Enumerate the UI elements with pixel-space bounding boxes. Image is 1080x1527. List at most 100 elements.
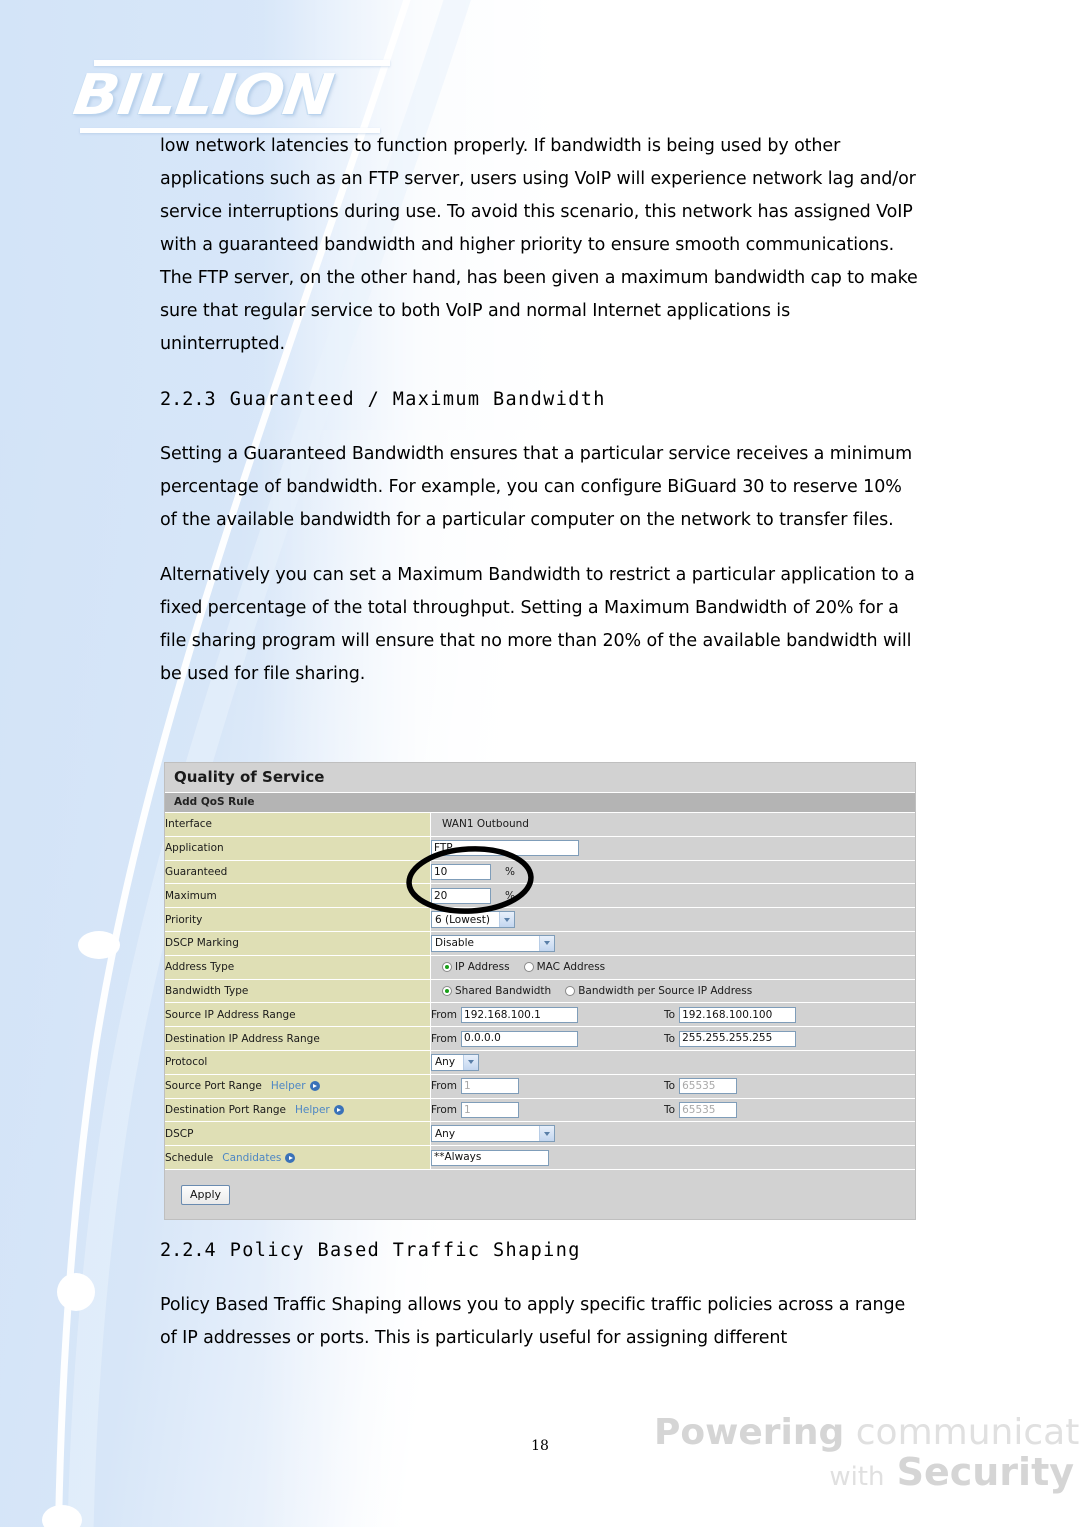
source-port-from-input[interactable]: 1 xyxy=(461,1078,520,1095)
value-address-type: IP Address MAC Address xyxy=(430,955,915,980)
application-input[interactable]: FTP xyxy=(431,840,579,857)
play-arrow-icon xyxy=(333,1104,344,1115)
manual-page: BILLION low network latencies to functio… xyxy=(0,0,1080,1527)
row-interface: Interface WAN1 Outbound xyxy=(165,813,915,837)
schedule-input[interactable]: **Always xyxy=(431,1149,549,1166)
row-address-type: Address Type IP Address MAC Address xyxy=(165,955,915,980)
powering-communications-watermark: Powering communications with Security xyxy=(654,1415,1080,1492)
destination-port-helper-link[interactable]: Helper xyxy=(295,1104,344,1116)
radio-mac-address-label: MAC Address xyxy=(536,961,606,974)
paragraph-maximum: Alternatively you can set a Maximum Band… xyxy=(160,565,915,684)
row-guaranteed: Guaranteed 10 % xyxy=(165,860,915,885)
radio-shared-bandwidth-dot xyxy=(442,985,452,996)
schedule-text: Schedule xyxy=(165,1151,214,1164)
dest-ip-to-input[interactable]: 255.255.255.255 xyxy=(679,1030,797,1047)
row-dscp: DSCP Any xyxy=(165,1121,915,1147)
radio-shared-bandwidth[interactable]: Shared Bandwidth xyxy=(442,985,551,997)
label-source-ip-range: Source IP Address Range xyxy=(165,1002,431,1028)
source-ip-to-label: To xyxy=(664,1008,676,1021)
source-port-helper-link[interactable]: Helper xyxy=(271,1080,320,1092)
heading-2-2-4: 2.2.4 Policy Based Traffic Shaping xyxy=(160,1240,920,1261)
source-port-helper-label: Helper xyxy=(270,1080,306,1093)
dest-ip-to-label: To xyxy=(664,1032,676,1045)
maximum-input[interactable]: 20 xyxy=(431,887,491,904)
radio-shared-bandwidth-label: Shared Bandwidth xyxy=(455,984,552,997)
radio-ip-address-dot xyxy=(442,962,452,973)
value-dscp: Any xyxy=(430,1121,915,1147)
label-priority: Priority xyxy=(165,907,431,932)
page-content: low network latencies to function proper… xyxy=(160,130,920,713)
heading-2-2-3-number: 2.2.3 xyxy=(160,389,216,410)
dest-port-to-label: To xyxy=(664,1103,676,1116)
protocol-select[interactable]: Any xyxy=(431,1053,479,1071)
heading-2-2-4-number: 2.2.4 xyxy=(160,1240,216,1261)
row-application: Application FTP xyxy=(165,836,915,861)
watermark-line-1: Powering communications xyxy=(654,1415,1080,1451)
source-ip-from-input[interactable]: 192.168.100.1 xyxy=(461,1006,579,1023)
source-port-to-label: To xyxy=(664,1080,676,1093)
value-application: FTP xyxy=(430,836,915,861)
radio-bandwidth-per-source[interactable]: Bandwidth per Source IP Address xyxy=(565,985,752,997)
dscp-marking-select[interactable]: Disable xyxy=(431,934,555,952)
label-dscp-marking: DSCP Marking xyxy=(165,931,431,956)
row-source-ip-range: Source IP Address Range From 192.168.100… xyxy=(165,1002,915,1028)
qos-footer: Apply xyxy=(165,1169,915,1219)
dscp-select[interactable]: Any xyxy=(431,1125,555,1143)
heading-2-2-3: 2.2.3 Guaranteed / Maximum Bandwidth xyxy=(160,389,920,410)
value-protocol: Any xyxy=(430,1050,915,1075)
row-schedule: Schedule Candidates **Always xyxy=(165,1145,915,1170)
guaranteed-input[interactable]: 10 xyxy=(431,863,491,880)
label-address-type: Address Type xyxy=(165,955,431,980)
dest-port-to-input[interactable]: 65535 xyxy=(679,1101,738,1118)
source-port-from-label: From xyxy=(431,1080,458,1093)
qos-form-table: Interface WAN1 Outbound Application FTP … xyxy=(165,813,915,1170)
qos-panel-title: Quality of Service xyxy=(165,763,915,793)
heading-2-2-3-text: Guaranteed / Maximum Bandwidth xyxy=(229,389,606,410)
value-dscp-marking: Disable xyxy=(430,931,915,956)
priority-select-value: 6 (Lowest) xyxy=(435,913,490,926)
radio-mac-address[interactable]: MAC Address xyxy=(523,961,606,974)
radio-ip-address[interactable]: IP Address xyxy=(442,961,510,973)
radio-bandwidth-per-source-dot xyxy=(565,985,576,996)
guaranteed-percent-sign: % xyxy=(505,865,515,878)
apply-button[interactable]: Apply xyxy=(181,1184,231,1205)
label-protocol: Protocol xyxy=(165,1050,431,1075)
dest-ip-from-input[interactable]: 0.0.0.0 xyxy=(461,1030,579,1047)
quality-of-service-panel: Quality of Service Add QoS Rule Interfac… xyxy=(164,762,916,1220)
dest-port-from-input[interactable]: 1 xyxy=(461,1101,520,1118)
play-arrow-icon xyxy=(309,1081,320,1092)
billion-logo: BILLION xyxy=(70,60,398,140)
value-bandwidth-type: Shared Bandwidth Bandwidth per Source IP… xyxy=(430,979,915,1004)
row-source-port-range: Source Port Range Helper From 1 To 65535 xyxy=(165,1074,915,1099)
source-port-to-input[interactable]: 65535 xyxy=(679,1078,738,1095)
dscp-select-value: Any xyxy=(435,1127,456,1140)
value-destination-port-range: From 1 To 65535 xyxy=(430,1098,915,1123)
row-maximum: Maximum 20 % xyxy=(165,883,915,909)
row-destination-ip-range: Destination IP Address Range From 0.0.0.… xyxy=(165,1026,915,1051)
chevron-down-icon xyxy=(539,1126,554,1142)
source-port-range-text: Source Port Range xyxy=(165,1080,262,1093)
maximum-percent-sign: % xyxy=(505,889,515,902)
radio-mac-address-dot xyxy=(523,962,534,973)
watermark-communications: communications xyxy=(855,1412,1080,1453)
label-dscp: DSCP xyxy=(165,1121,431,1147)
priority-select[interactable]: 6 (Lowest) xyxy=(431,911,515,929)
protocol-select-value: Any xyxy=(435,1056,456,1069)
value-maximum: 20 % xyxy=(430,883,915,909)
watermark-line-2: with Security xyxy=(654,1453,1074,1491)
value-source-port-range: From 1 To 65535 xyxy=(430,1074,915,1099)
row-protocol: Protocol Any xyxy=(165,1050,915,1075)
chevron-down-icon xyxy=(539,935,554,951)
heading-2-2-4-text: Policy Based Traffic Shaping xyxy=(229,1240,581,1261)
source-ip-from-label: From xyxy=(431,1008,458,1021)
value-guaranteed: 10 % xyxy=(430,860,915,885)
source-ip-to-input[interactable]: 192.168.100.100 xyxy=(679,1006,797,1023)
value-interface: WAN1 Outbound xyxy=(430,813,915,837)
label-maximum: Maximum xyxy=(165,883,431,909)
label-destination-ip-range: Destination IP Address Range xyxy=(165,1026,431,1051)
schedule-candidates-link[interactable]: Candidates xyxy=(222,1152,296,1164)
qos-panel-subtitle: Add QoS Rule xyxy=(165,793,915,813)
row-bandwidth-type: Bandwidth Type Shared Bandwidth Bandwidt… xyxy=(165,979,915,1004)
paragraph-policy-shaping: Policy Based Traffic Shaping allows you … xyxy=(160,1295,906,1348)
paragraph-guaranteed: Setting a Guaranteed Bandwidth ensures t… xyxy=(160,444,913,530)
